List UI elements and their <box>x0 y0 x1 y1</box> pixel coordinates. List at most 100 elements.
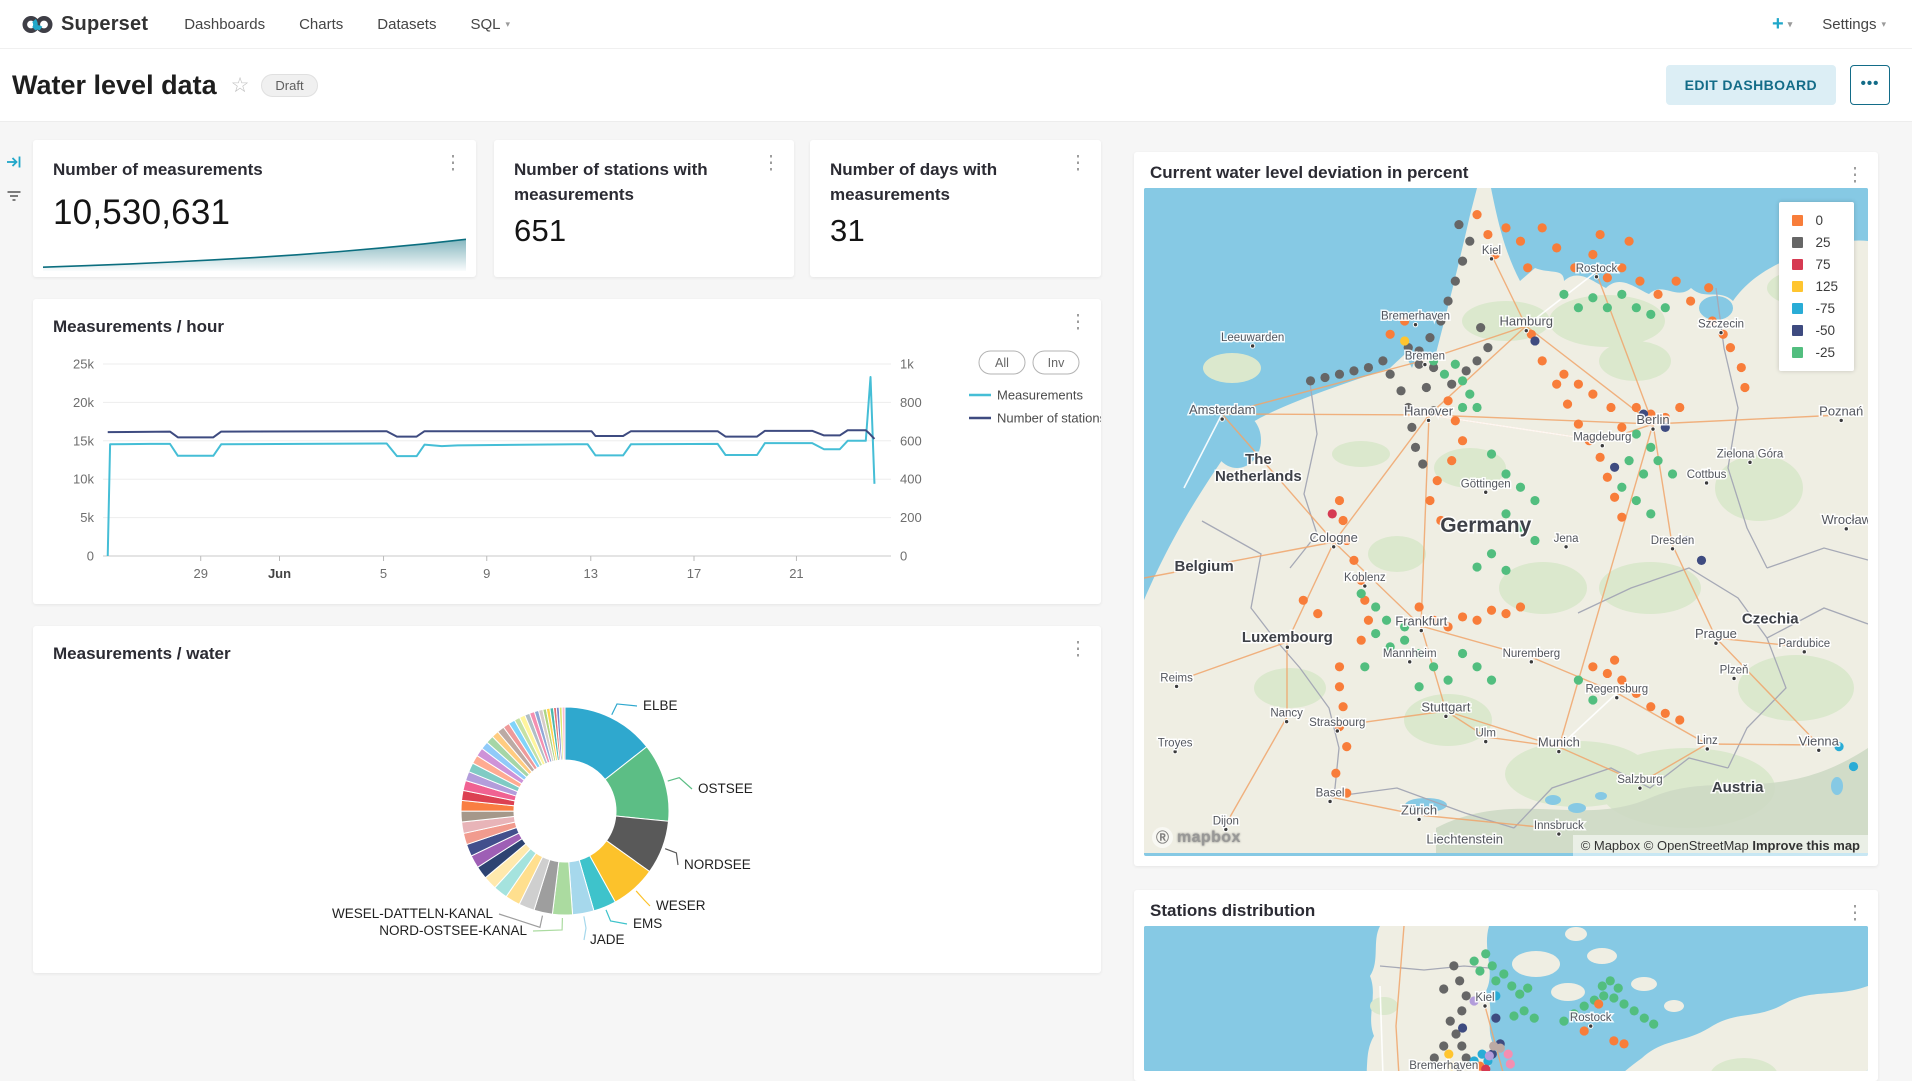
station-dot[interactable] <box>1425 333 1434 342</box>
kebab-menu-icon[interactable]: ⋮ <box>1067 311 1089 334</box>
station-dot[interactable] <box>1458 649 1467 658</box>
station-dot[interactable] <box>1443 296 1452 305</box>
station-dot[interactable] <box>1418 459 1427 468</box>
station-dot[interactable] <box>1439 1041 1448 1050</box>
station-dot[interactable] <box>1386 330 1395 339</box>
station-dot[interactable] <box>1509 1011 1518 1020</box>
station-dot[interactable] <box>1472 403 1481 412</box>
station-dot[interactable] <box>1335 662 1344 671</box>
station-dot[interactable] <box>1617 513 1626 522</box>
station-dot[interactable] <box>1378 356 1387 365</box>
station-dot[interactable] <box>1552 243 1561 252</box>
station-dot[interactable] <box>1530 496 1539 505</box>
station-dot[interactable] <box>1559 370 1568 379</box>
station-dot[interactable] <box>1483 343 1492 352</box>
station-dot[interactable] <box>1619 1039 1628 1048</box>
measurements-water-chart[interactable]: ELBEOSTSEENORDSEEWESEREMSJADENORD-OSTSEE… <box>33 666 1101 973</box>
station-dot[interactable] <box>1632 303 1641 312</box>
legend-item--50[interactable]: -50 <box>1792 323 1838 338</box>
station-dot[interactable] <box>1661 709 1670 718</box>
station-dot[interactable] <box>1439 984 1448 993</box>
mapbox-attribution-link[interactable]: © Mapbox <box>1581 838 1640 853</box>
station-dot[interactable] <box>1559 290 1568 299</box>
station-dot[interactable] <box>1462 366 1471 375</box>
station-dot[interactable] <box>1675 403 1684 412</box>
station-dot[interactable] <box>1588 695 1597 704</box>
station-dot[interactable] <box>1646 702 1655 711</box>
station-dot[interactable] <box>1609 1036 1618 1045</box>
station-dot[interactable] <box>1487 606 1496 615</box>
station-dot[interactable] <box>1704 283 1713 292</box>
station-dot[interactable] <box>1342 742 1351 751</box>
station-dot[interactable] <box>1617 483 1626 492</box>
station-dot[interactable] <box>1481 949 1490 958</box>
station-dot[interactable] <box>1516 483 1525 492</box>
station-dot[interactable] <box>1668 469 1677 478</box>
station-dot[interactable] <box>1491 976 1500 985</box>
station-dot[interactable] <box>1580 1026 1589 1035</box>
station-dot[interactable] <box>1386 370 1395 379</box>
station-dot[interactable] <box>1499 969 1508 978</box>
station-dot[interactable] <box>1335 682 1344 691</box>
station-dot[interactable] <box>1349 366 1358 375</box>
kebab-menu-icon[interactable]: ⋮ <box>1844 164 1866 187</box>
kebab-menu-icon[interactable]: ⋮ <box>1067 152 1089 175</box>
station-dot[interactable] <box>1686 296 1695 305</box>
station-dot[interactable] <box>1640 1014 1649 1023</box>
station-dot[interactable] <box>1538 356 1547 365</box>
station-dot[interactable] <box>1588 293 1597 302</box>
station-dot[interactable] <box>1588 250 1597 259</box>
station-dot[interactable] <box>1672 277 1681 286</box>
station-dot[interactable] <box>1574 303 1583 312</box>
station-dot[interactable] <box>1433 476 1442 485</box>
station-dot[interactable] <box>1599 991 1608 1000</box>
station-dot[interactable] <box>1598 981 1607 990</box>
station-dot[interactable] <box>1653 456 1662 465</box>
station-dot[interactable] <box>1501 609 1510 618</box>
station-dot[interactable] <box>1614 984 1623 993</box>
favorite-star-icon[interactable]: ☆ <box>231 73 250 98</box>
expand-filter-bar-icon[interactable] <box>0 148 28 176</box>
legend-item-25[interactable]: 25 <box>1792 235 1838 250</box>
station-dot[interactable] <box>1520 1006 1529 1015</box>
legend-inv-button[interactable]: Inv <box>1033 351 1079 374</box>
station-dot[interactable] <box>1849 762 1858 771</box>
station-dot[interactable] <box>1364 616 1373 625</box>
station-dot[interactable] <box>1496 1044 1505 1053</box>
station-dot[interactable] <box>1596 230 1605 239</box>
station-dot[interactable] <box>1639 469 1648 478</box>
station-dot[interactable] <box>1454 220 1463 229</box>
station-dot[interactable] <box>1299 596 1308 605</box>
legend-item-stations[interactable]: Number of stations <box>969 411 1101 426</box>
station-dot[interactable] <box>1630 1006 1639 1015</box>
more-actions-button[interactable]: ••• <box>1850 65 1890 105</box>
station-dot[interactable] <box>1588 390 1597 399</box>
station-dot[interactable] <box>1357 589 1366 598</box>
station-dot[interactable] <box>1516 602 1525 611</box>
station-dot[interactable] <box>1635 277 1644 286</box>
station-dot[interactable] <box>1331 769 1340 778</box>
station-dot[interactable] <box>1603 669 1612 678</box>
nav-item-datasets[interactable]: Datasets <box>377 16 436 33</box>
station-dot[interactable] <box>1444 1050 1453 1059</box>
station-dot[interactable] <box>1458 612 1467 621</box>
deviation-map[interactable]: 02575125-75-50-25 Ⓡ mapbox © Mapbox © Op… <box>1144 188 1868 856</box>
station-dot[interactable] <box>1306 376 1315 385</box>
station-dot[interactable] <box>1447 456 1456 465</box>
station-dot[interactable] <box>1737 363 1746 372</box>
station-dot[interactable] <box>1458 436 1467 445</box>
station-dot[interactable] <box>1483 230 1492 239</box>
mapbox-logo[interactable]: Ⓡ mapbox <box>1152 827 1241 848</box>
station-dot[interactable] <box>1382 616 1391 625</box>
kebab-menu-icon[interactable]: ⋮ <box>760 152 782 175</box>
nav-item-dashboards[interactable]: Dashboards <box>184 16 265 33</box>
station-dot[interactable] <box>1516 237 1525 246</box>
station-dot[interactable] <box>1619 999 1628 1008</box>
station-dot[interactable] <box>1594 999 1603 1008</box>
station-dot[interactable] <box>1472 210 1481 219</box>
station-dot[interactable] <box>1411 443 1420 452</box>
station-dot[interactable] <box>1415 682 1424 691</box>
legend-item--25[interactable]: -25 <box>1792 345 1838 360</box>
station-dot[interactable] <box>1646 443 1655 452</box>
station-dot[interactable] <box>1501 469 1510 478</box>
